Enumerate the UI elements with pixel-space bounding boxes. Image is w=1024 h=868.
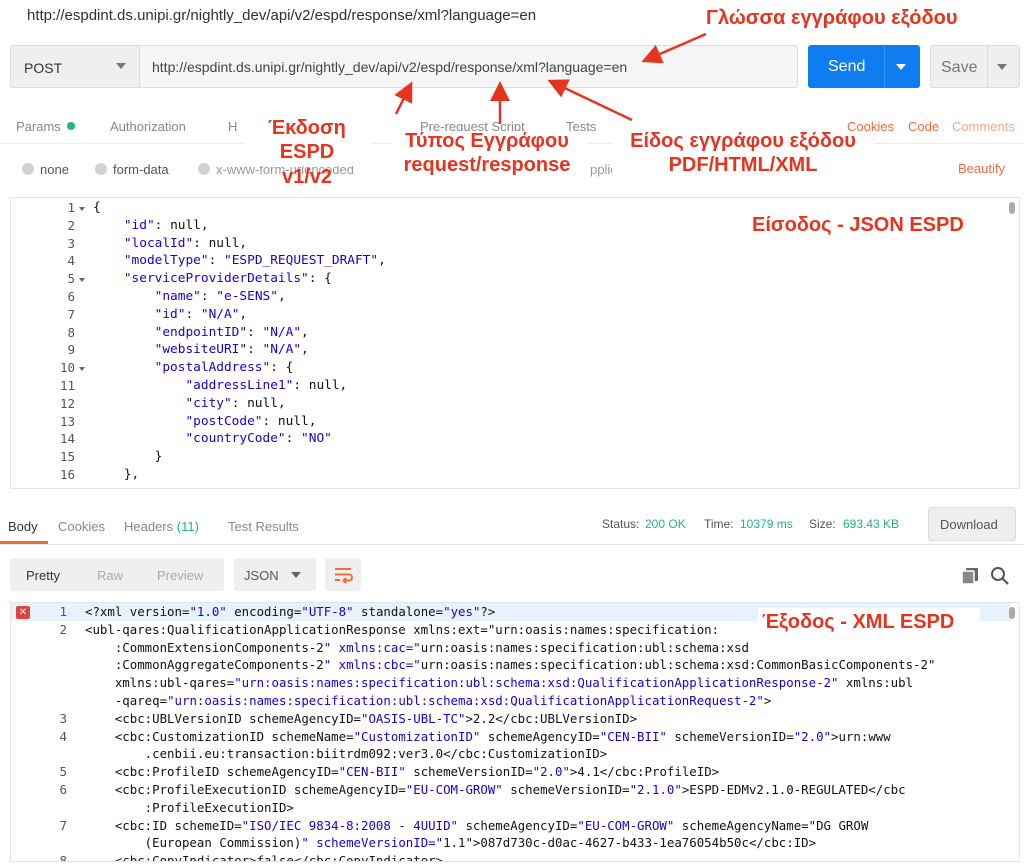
arrow-kind [547, 79, 633, 122]
annotation-type-line2: request/response [403, 154, 571, 177]
annotation-version-line1: Έκδοση ESPD [268, 117, 346, 164]
annotation-type-line1: Τύπος Εγγράφου [405, 130, 569, 152]
annotation-input-json: Είσοδος - JSON ESPD [752, 214, 964, 236]
annotation-kind-line1: Είδος εγγράφου εξόδου [630, 130, 856, 152]
annotation-output-kind: Είδος εγγράφου εξόδου PDF/HTML/XML [612, 129, 874, 178]
arrow-version [394, 81, 413, 115]
annotation-output-xml: Έξοδος - XML ESPD [762, 611, 955, 633]
annotation-kind-line2: PDF/HTML/XML [668, 154, 818, 177]
annotation-output-language: Γλώσσα εγγράφου εξόδου [706, 7, 958, 29]
arrow-language [641, 32, 707, 64]
annotation-version-line2: v1/v2 [281, 165, 333, 188]
annotation-document-type: Τύπος Εγγράφου request/response [392, 129, 582, 178]
annotation-espd-version: Έκδοση ESPD v1/v2 [242, 116, 372, 189]
